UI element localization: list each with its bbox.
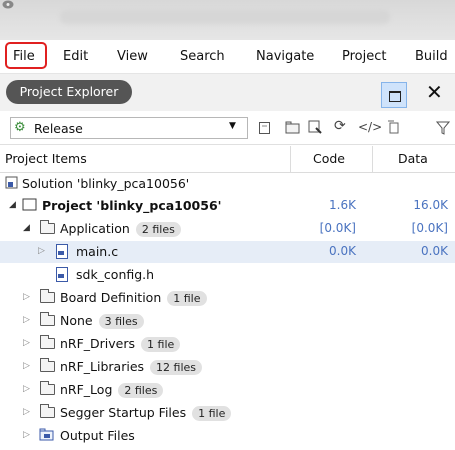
column-divider[interactable]: [290, 146, 291, 172]
tree-row-file[interactable]: sdk_config.h: [0, 264, 455, 286]
tree-row-folder[interactable]: ▷ nRF_Drivers 1 file: [0, 333, 455, 355]
expand-arrow-icon[interactable]: ▷: [23, 338, 30, 348]
new-file-icon[interactable]: [258, 121, 272, 135]
expand-arrow-icon[interactable]: ◢: [23, 223, 30, 233]
file-count-badge: 1 file: [167, 291, 207, 306]
folder-icon: [40, 335, 55, 349]
code-size: 0.0K: [329, 244, 356, 258]
c-file-icon: [56, 244, 68, 259]
menu-view[interactable]: View: [117, 49, 148, 64]
tree-label: Output Files: [60, 428, 135, 443]
h-file-icon: [56, 267, 68, 282]
refresh-icon[interactable]: ⟳: [334, 118, 346, 134]
data-size: 0.0K: [421, 244, 448, 258]
folder-icon: [40, 381, 55, 395]
menu-file[interactable]: File: [13, 49, 35, 64]
tree-row-folder[interactable]: ▷ Output Files: [0, 425, 455, 447]
window-title-blurred: [60, 10, 390, 24]
expand-arrow-icon[interactable]: ▷: [23, 361, 30, 371]
menu-navigate[interactable]: Navigate: [256, 49, 314, 64]
tree-label: Board Definition 1 file: [60, 290, 207, 306]
code-view-icon[interactable]: </>: [358, 120, 382, 134]
tree-row-folder[interactable]: ▷ None 3 files: [0, 310, 455, 332]
folder-icon: [40, 220, 55, 234]
tree-row-folder[interactable]: ◢ Application 2 files [0.0K] [0.0K]: [0, 218, 455, 240]
expand-arrow-icon[interactable]: ▷: [23, 384, 30, 394]
menu-edit[interactable]: Edit: [63, 49, 88, 64]
expand-arrow-icon[interactable]: ▷: [23, 407, 30, 417]
column-data[interactable]: Data: [398, 151, 428, 166]
data-size: [0.0K]: [411, 221, 448, 235]
tree-row-folder[interactable]: ▷ nRF_Log 2 files: [0, 379, 455, 401]
app-logo-icon: [2, 0, 14, 9]
expand-arrow-icon[interactable]: ▷: [23, 315, 30, 325]
folder-icon: [40, 358, 55, 372]
file-count-badge: 3 files: [98, 314, 144, 329]
tree-row-folder[interactable]: ▷ Segger Startup Files 1 file: [0, 402, 455, 424]
project-icon: [22, 198, 37, 211]
tree-row-file[interactable]: ▷ main.c 0.0K 0.0K: [0, 241, 455, 263]
filter-icon[interactable]: [436, 121, 450, 135]
config-gear-icon: ⚙: [14, 120, 26, 135]
tree-label: Project 'blinky_pca10056': [42, 198, 222, 213]
properties-icon[interactable]: [307, 119, 323, 135]
folder-icon: [40, 289, 55, 303]
column-divider[interactable]: [372, 146, 373, 172]
menu-search[interactable]: Search: [180, 49, 225, 64]
expand-arrow-icon[interactable]: ▷: [38, 246, 45, 256]
collapse-all-icon[interactable]: [387, 119, 401, 135]
tree-label: Application 2 files: [60, 221, 181, 237]
maximize-button[interactable]: [381, 82, 407, 108]
solution-icon: [5, 176, 18, 189]
tree-row-project[interactable]: ◢ Project 'blinky_pca10056' 1.6K 16.0K: [0, 195, 455, 217]
file-count-badge: 12 files: [150, 360, 203, 375]
tree-label: Solution 'blinky_pca10056': [22, 176, 190, 191]
tree-label: None 3 files: [60, 313, 144, 329]
tree-label: sdk_config.h: [76, 267, 155, 282]
data-size: 16.0K: [413, 198, 448, 212]
column-code[interactable]: Code: [313, 151, 345, 166]
tree-label: nRF_Log 2 files: [60, 382, 164, 398]
tree-label: nRF_Drivers 1 file: [60, 336, 181, 352]
tree-label: main.c: [76, 244, 119, 259]
chevron-down-icon[interactable]: ▼: [229, 121, 236, 131]
folder-icon: [40, 404, 55, 418]
file-count-badge: 1 file: [141, 337, 181, 352]
tree-label: nRF_Libraries 12 files: [60, 359, 203, 375]
close-panel-button[interactable]: ✕: [426, 80, 443, 104]
window-icon: [389, 91, 401, 102]
code-size: 1.6K: [329, 198, 356, 212]
tree-row-folder[interactable]: ▷ nRF_Libraries 12 files: [0, 356, 455, 378]
expand-arrow-icon[interactable]: ▷: [23, 292, 30, 302]
expand-arrow-icon[interactable]: ▷: [23, 430, 30, 440]
folder-icon: [40, 312, 55, 326]
expand-arrow-icon[interactable]: ◢: [9, 200, 16, 210]
file-count-badge: 2 files: [135, 222, 181, 237]
tree-label: Segger Startup Files 1 file: [60, 405, 232, 421]
output-folder-icon: [39, 428, 54, 441]
file-count-badge: 1 file: [192, 406, 232, 421]
menu-project[interactable]: Project: [342, 49, 386, 64]
project-explorer-tab[interactable]: Project Explorer: [6, 80, 132, 104]
new-folder-icon[interactable]: [285, 121, 301, 135]
column-project-items[interactable]: Project Items: [5, 151, 87, 166]
code-size: [0.0K]: [319, 221, 356, 235]
menu-build[interactable]: Build: [415, 49, 448, 64]
build-config-value: Release: [34, 121, 83, 136]
file-count-badge: 2 files: [118, 383, 164, 398]
tree-row-folder[interactable]: ▷ Board Definition 1 file: [0, 287, 455, 309]
tree-row-solution[interactable]: Solution 'blinky_pca10056': [0, 173, 455, 195]
